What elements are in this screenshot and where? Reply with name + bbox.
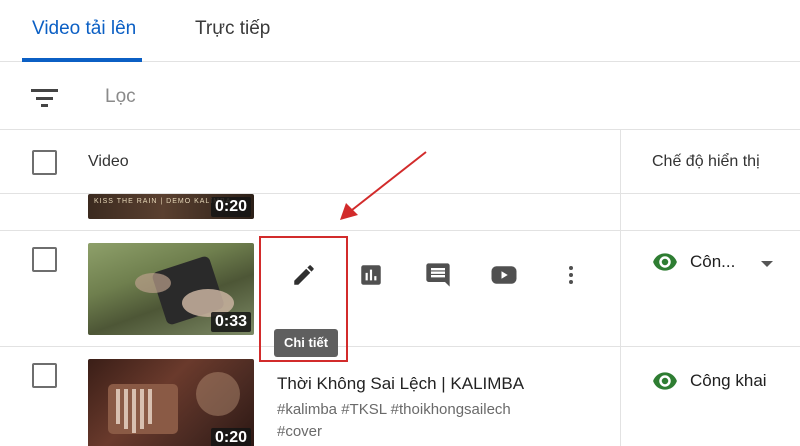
view-on-youtube-button[interactable] [488,259,520,291]
chevron-down-icon[interactable] [761,261,773,267]
column-header-visibility: Chế độ hiển thị [652,153,760,170]
table-row: 0:20 Thời Không Sai Lệch | KALIMBA #kali… [0,347,800,446]
more-vert-icon [569,266,573,284]
youtube-icon [491,266,517,284]
column-divider [620,130,621,194]
column-header-video: Video [88,153,129,170]
column-divider [620,231,621,347]
visibility-label: Côn... [690,252,736,271]
eye-icon [653,372,677,390]
duration-badge: 0:20 [210,428,251,446]
visibility-dropdown[interactable]: Côn... [652,252,735,272]
select-all-checkbox[interactable] [32,150,57,175]
duration-badge: 0:20 [210,197,251,217]
duration-badge: 0:33 [210,312,251,332]
eye-icon [653,253,677,271]
analytics-button[interactable] [355,259,387,291]
visibility-label: Công khai [690,371,767,390]
video-title[interactable]: Thời Không Sai Lệch | KALIMBA [277,374,524,394]
analytics-icon [361,265,381,285]
tab-live[interactable]: Trực tiếp [195,18,270,40]
row-checkbox[interactable] [32,363,57,388]
tabs-bar: Video tải lên Trực tiếp [0,0,800,62]
video-thumbnail[interactable]: 0:33 [88,243,254,335]
video-thumbnail[interactable]: 0:20 [88,359,254,446]
tab-uploads[interactable]: Video tải lên [32,18,136,40]
more-options-button[interactable] [555,259,587,291]
comments-button[interactable] [422,259,454,291]
edit-icon [294,265,314,285]
column-divider [620,194,621,231]
filter-icon[interactable] [31,88,59,108]
column-divider [620,347,621,446]
edit-details-button[interactable] [288,259,320,291]
video-thumbnail[interactable]: KISS THE RAIN | DEMO KALIMBA 0:20 [88,194,254,219]
video-description-line: #kalimba #TKSL #thoikhongsailech [277,401,511,418]
comments-icon [426,263,450,287]
filter-input[interactable]: Lọc [105,86,136,108]
visibility-dropdown[interactable]: Công khai [652,371,767,391]
video-description-line: #cover [277,423,323,440]
row-checkbox[interactable] [32,247,57,272]
filter-bar: Lọc [0,62,800,130]
highlight-box: Chi tiết [259,236,348,362]
table-header: Video Chế độ hiển thị [0,130,800,194]
table-row: 0:33 Chi tiết Côn... [0,231,800,362]
table-row: KISS THE RAIN | DEMO KALIMBA 0:20 [0,194,800,231]
